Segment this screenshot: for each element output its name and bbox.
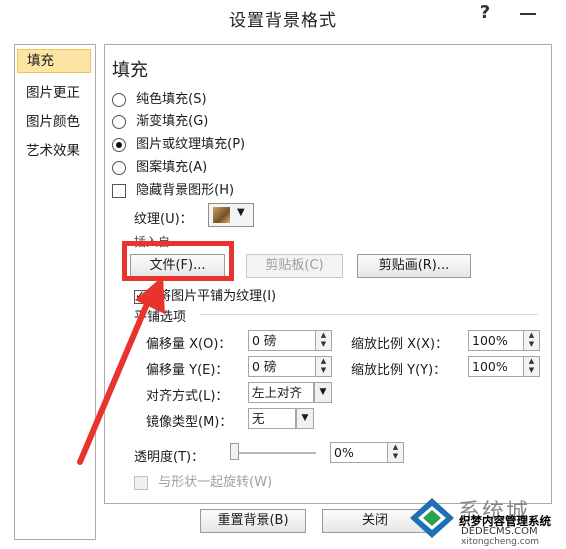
arrow-head — [135, 276, 165, 314]
watermark-logo-icon — [410, 498, 454, 538]
arrow-shaft — [77, 289, 155, 465]
watermark-domain: DEDECMS.COM — [461, 526, 538, 537]
watermark-url: xitongcheng.com — [461, 537, 539, 547]
annotation-arrow — [77, 276, 165, 465]
